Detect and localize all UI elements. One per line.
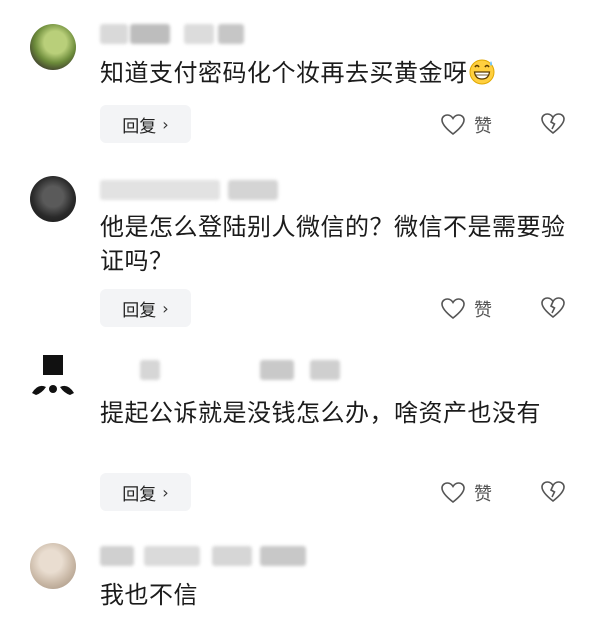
chevron-right-icon: ›: [162, 298, 169, 318]
comment-meta-blurred: [100, 22, 400, 46]
avatar[interactable]: [30, 176, 76, 222]
reply-button[interactable]: 回复 ›: [100, 289, 191, 327]
like-button[interactable]: 赞: [440, 296, 492, 322]
reply-button[interactable]: 回复 ›: [100, 105, 191, 143]
comment-meta-blurred: [100, 544, 400, 568]
reply-button-label: 回复: [122, 300, 157, 321]
grinning-sweat-emoji-icon: [469, 59, 494, 85]
chevron-right-icon: ›: [162, 114, 169, 134]
comment-text: 他是怎么登陆别人微信的？微信不是需要验证吗？: [100, 210, 570, 278]
broken-heart-icon: [541, 481, 565, 503]
broken-heart-icon: [541, 113, 565, 135]
comment-text: 我也不信: [100, 578, 570, 612]
reply-button[interactable]: 回复 ›: [100, 473, 191, 511]
avatar[interactable]: [30, 24, 76, 70]
heart-outline-icon: [441, 482, 465, 504]
comment-text-content: 他是怎么登陆别人微信的？微信不是需要验证吗？: [100, 213, 566, 275]
broken-heart-icon: [541, 297, 565, 319]
heart-outline-icon: [441, 114, 465, 136]
avatar[interactable]: [30, 543, 76, 589]
comment-text-content: 知道支付密码化个妆再去买黄金呀: [100, 59, 468, 87]
avatar-image: [32, 355, 74, 395]
comment-text: 提起公诉就是没钱怎么办，啥资产也没有: [100, 396, 570, 430]
like-button[interactable]: 赞: [440, 112, 492, 138]
like-label: 赞: [474, 116, 492, 137]
comment-text: 知道支付密码化个妆再去买黄金呀: [100, 56, 570, 90]
comment-text-content: 我也不信: [100, 581, 198, 609]
comment-meta-blurred: [100, 178, 400, 202]
heart-outline-icon: [441, 298, 465, 320]
like-label: 赞: [474, 300, 492, 321]
chevron-right-icon: ›: [162, 482, 169, 502]
dislike-button[interactable]: [540, 480, 566, 508]
avatar[interactable]: [30, 355, 76, 401]
reply-button-label: 回复: [122, 116, 157, 137]
comment-text-content: 提起公诉就是没钱怎么办，啥资产也没有: [100, 399, 541, 427]
dislike-button[interactable]: [540, 112, 566, 140]
dislike-button[interactable]: [540, 296, 566, 324]
like-button[interactable]: 赞: [440, 480, 492, 506]
like-label: 赞: [474, 484, 492, 505]
comment-meta-blurred: [100, 358, 400, 382]
reply-button-label: 回复: [122, 484, 157, 505]
